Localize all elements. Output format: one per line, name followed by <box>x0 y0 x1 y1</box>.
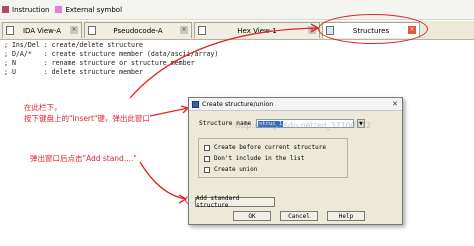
hex-icon <box>198 26 206 35</box>
close-icon[interactable]: ✕ <box>390 100 400 108</box>
close-icon[interactable]: × <box>180 26 188 34</box>
checkbox-create-before[interactable]: Create before current structure <box>204 144 354 151</box>
checkbox-label: Create before current structure <box>214 144 326 151</box>
tab-ida-view-a[interactable]: IDA View-A × <box>2 22 82 38</box>
add-standard-structure-button[interactable]: Add standard structure <box>195 195 275 209</box>
annotation-line: 在此栏下， <box>24 103 62 112</box>
watermark: http://blog.csdn.net/ad_37100112 <box>235 121 372 130</box>
legend-label: Instruction <box>12 5 50 14</box>
close-icon[interactable]: × <box>70 26 78 34</box>
ida-app-icon <box>192 100 199 108</box>
listing-line: ; N : rename structure or structure memb… <box>4 59 195 67</box>
arrow-to-add-standard <box>139 161 187 200</box>
checkbox-label: Create union <box>214 166 258 173</box>
tab-hex-view-1[interactable]: Hex View-1 × <box>194 22 320 38</box>
document-icon <box>88 26 96 35</box>
legend-label: External symbol <box>65 5 123 14</box>
create-structure-dialog: Create structure/union ✕ Structure name … <box>188 97 403 225</box>
external-symbol-color-swatch <box>55 6 63 13</box>
listing-line: ; D/A/* : create structure member (data/… <box>4 50 219 58</box>
checkbox-label: Don't include in the list <box>214 155 305 162</box>
arrow-to-dialog <box>149 107 189 117</box>
arrowhead <box>180 105 189 114</box>
close-icon[interactable]: × <box>308 26 316 34</box>
legend-item-instruction: Instruction <box>2 6 49 14</box>
options-group: Create before current structure Don't in… <box>198 138 348 178</box>
document-icon <box>6 26 14 35</box>
highlight-oval-structures-tab <box>318 14 428 44</box>
ok-button[interactable]: OK <box>233 211 271 221</box>
checkbox-create-union[interactable]: Create union <box>204 166 354 173</box>
listing-line: ; Ins/Del : create/delete structure <box>4 41 143 49</box>
tab-label: IDA View-A <box>22 26 62 35</box>
dialog-titlebar[interactable]: Create structure/union ✕ <box>189 98 402 111</box>
checkbox-dont-include[interactable]: Don't include in the list <box>204 155 354 162</box>
instruction-color-swatch <box>2 6 9 13</box>
checkbox-box[interactable] <box>204 155 210 162</box>
dialog-title: Create structure/union <box>202 100 274 108</box>
tab-label: Pseudocode-A <box>113 26 163 35</box>
tab-label: Hex View-1 <box>237 26 277 35</box>
annotation-add-note: 弹出窗口后点击"Add stand...." <box>30 153 137 164</box>
listing-line: ; U : delete structure member <box>4 68 143 76</box>
annotation-insert-note: 在此栏下， 按下键盘上的"Insert"键，弹出此窗口 <box>24 102 150 124</box>
help-button[interactable]: Help <box>327 211 365 221</box>
annotation-line: 弹出窗口后点击"Add stand...." <box>30 154 137 163</box>
legend-item-external-symbol: External symbol <box>55 6 122 14</box>
checkbox-box[interactable] <box>204 166 210 173</box>
checkbox-box[interactable] <box>204 144 210 151</box>
cancel-button[interactable]: Cancel <box>280 211 318 221</box>
tab-pseudocode-a[interactable]: Pseudocode-A × <box>84 22 192 38</box>
annotation-line: 按下键盘上的"Insert"键，弹出此窗口 <box>24 114 150 123</box>
structures-help-listing: ; Ins/Del : create/delete structure; D/A… <box>4 41 218 77</box>
